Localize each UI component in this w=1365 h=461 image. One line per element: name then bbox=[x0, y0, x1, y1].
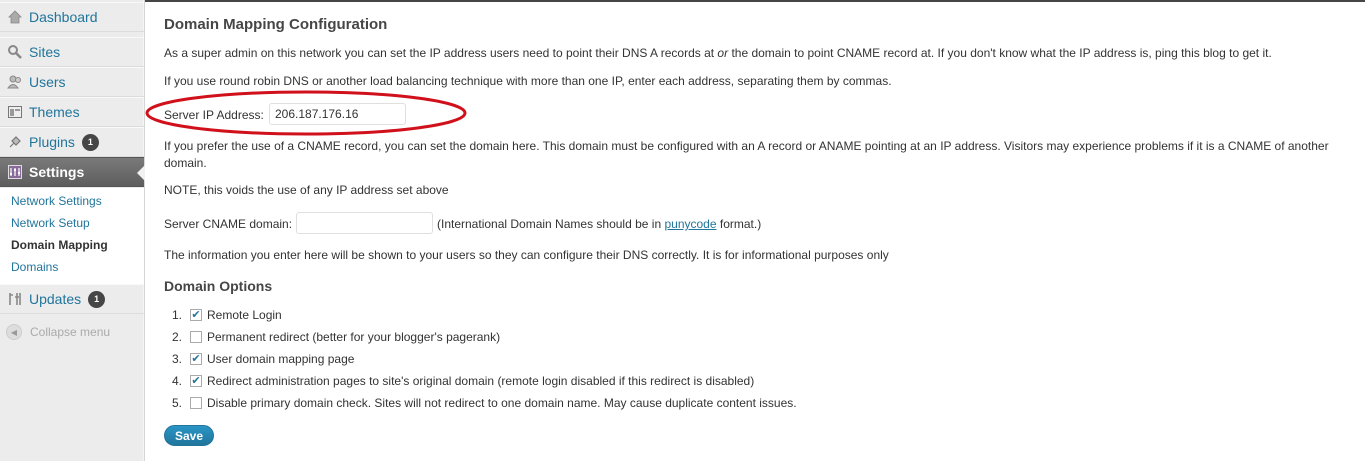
sidebar-item-settings[interactable]: Settings bbox=[0, 157, 145, 187]
sidebar-item-themes[interactable]: Themes bbox=[0, 97, 144, 127]
plugins-update-badge: 1 bbox=[81, 133, 99, 151]
punycode-link[interactable]: punycode bbox=[664, 217, 716, 231]
ip-address-input[interactable] bbox=[269, 103, 406, 125]
collapse-menu-button[interactable]: ◀ Collapse menu bbox=[6, 324, 110, 340]
round-robin-paragraph: If you use round robin DNS or another lo… bbox=[164, 74, 892, 88]
plugins-icon bbox=[6, 133, 24, 151]
option-number: 3. bbox=[171, 352, 182, 366]
submenu-domain-mapping[interactable]: Domain Mapping bbox=[11, 238, 108, 252]
admin-sidebar: Dashboard Sites Users Themes Plugins 1 S… bbox=[0, 0, 145, 461]
settings-icon bbox=[6, 163, 24, 181]
option-redirect-admin: 4. ✔ Redirect administration pages to si… bbox=[164, 372, 754, 390]
disable-primary-check-checkbox[interactable] bbox=[190, 397, 202, 409]
intro-text-part2: the domain to point CNAME record at. If … bbox=[731, 46, 1272, 60]
option-label: Disable primary domain check. Sites will… bbox=[207, 396, 797, 410]
info-paragraph: The information you enter here will be s… bbox=[164, 248, 889, 262]
sidebar-item-dashboard[interactable]: Dashboard bbox=[0, 2, 144, 32]
option-label: Permanent redirect (better for your blog… bbox=[207, 330, 501, 344]
redirect-admin-checkbox[interactable]: ✔ bbox=[190, 375, 202, 387]
cname-hint: (International Domain Names should be in… bbox=[437, 217, 761, 231]
permanent-redirect-checkbox[interactable] bbox=[190, 331, 202, 343]
sidebar-item-label: Plugins bbox=[29, 134, 75, 150]
sidebar-item-label: Users bbox=[29, 74, 66, 90]
submenu-domains[interactable]: Domains bbox=[11, 260, 58, 274]
option-remote-login: 1. ✔ Remote Login bbox=[164, 306, 282, 324]
intro-text-part1: As a super admin on this network you can… bbox=[164, 46, 715, 60]
option-number: 1. bbox=[171, 308, 182, 322]
option-label: Remote Login bbox=[207, 308, 282, 322]
submenu-network-setup[interactable]: Network Setup bbox=[11, 216, 90, 230]
cname-paragraph: If you prefer the use of a CNAME record,… bbox=[164, 139, 1329, 170]
submenu-network-settings[interactable]: Network Settings bbox=[11, 194, 102, 208]
note-paragraph: NOTE, this voids the use of any IP addre… bbox=[164, 183, 449, 197]
user-domain-mapping-checkbox[interactable]: ✔ bbox=[190, 353, 202, 365]
option-permanent-redirect: 2. Permanent redirect (better for your b… bbox=[164, 328, 500, 346]
option-user-domain-mapping: 3. ✔ User domain mapping page bbox=[164, 350, 354, 368]
option-number: 4. bbox=[171, 374, 182, 388]
sidebar-item-label: Dashboard bbox=[29, 9, 98, 25]
dashboard-icon bbox=[6, 8, 24, 26]
cname-domain-label: Server CNAME domain: bbox=[164, 217, 293, 231]
updates-badge: 1 bbox=[88, 290, 106, 308]
option-label: User domain mapping page bbox=[207, 352, 355, 366]
users-icon bbox=[6, 73, 24, 91]
collapse-arrow-icon: ◀ bbox=[6, 324, 22, 340]
collapse-menu-label: Collapse menu bbox=[30, 325, 111, 339]
sidebar-item-updates[interactable]: Updates 1 bbox=[0, 284, 144, 314]
save-button[interactable]: Save bbox=[164, 425, 215, 446]
option-disable-primary-check: 5. Disable primary domain check. Sites w… bbox=[164, 394, 797, 412]
cname-hint-format: format.) bbox=[719, 217, 762, 231]
settings-submenu: Network Settings Network Setup Domain Ma… bbox=[0, 188, 144, 285]
intro-text-or: or bbox=[717, 46, 729, 60]
themes-icon bbox=[6, 103, 24, 121]
ip-address-label: Server IP Address: bbox=[164, 108, 264, 122]
top-admin-bar bbox=[0, 0, 1365, 2]
remote-login-checkbox[interactable]: ✔ bbox=[190, 309, 202, 321]
option-label: Redirect administration pages to site's … bbox=[207, 374, 755, 388]
sites-icon bbox=[6, 43, 24, 61]
sidebar-item-label: Settings bbox=[29, 164, 85, 180]
option-number: 2. bbox=[171, 330, 182, 344]
sidebar-item-label: Themes bbox=[29, 104, 80, 120]
option-number: 5. bbox=[171, 396, 182, 410]
sidebar-item-label: Sites bbox=[29, 44, 61, 60]
cname-domain-input[interactable] bbox=[296, 212, 433, 234]
sidebar-item-users[interactable]: Users bbox=[0, 67, 144, 97]
domain-options-title: Domain Options bbox=[164, 278, 273, 294]
updates-icon bbox=[6, 290, 24, 308]
sidebar-item-sites[interactable]: Sites bbox=[0, 37, 144, 67]
intro-paragraph: As a super admin on this network you can… bbox=[164, 45, 1354, 62]
sidebar-item-plugins[interactable]: Plugins 1 bbox=[0, 127, 144, 157]
page-title: Domain Mapping Configuration bbox=[164, 16, 388, 33]
cname-hint-text: (International Domain Names should be in bbox=[437, 217, 662, 231]
sidebar-item-label: Updates bbox=[29, 291, 82, 307]
